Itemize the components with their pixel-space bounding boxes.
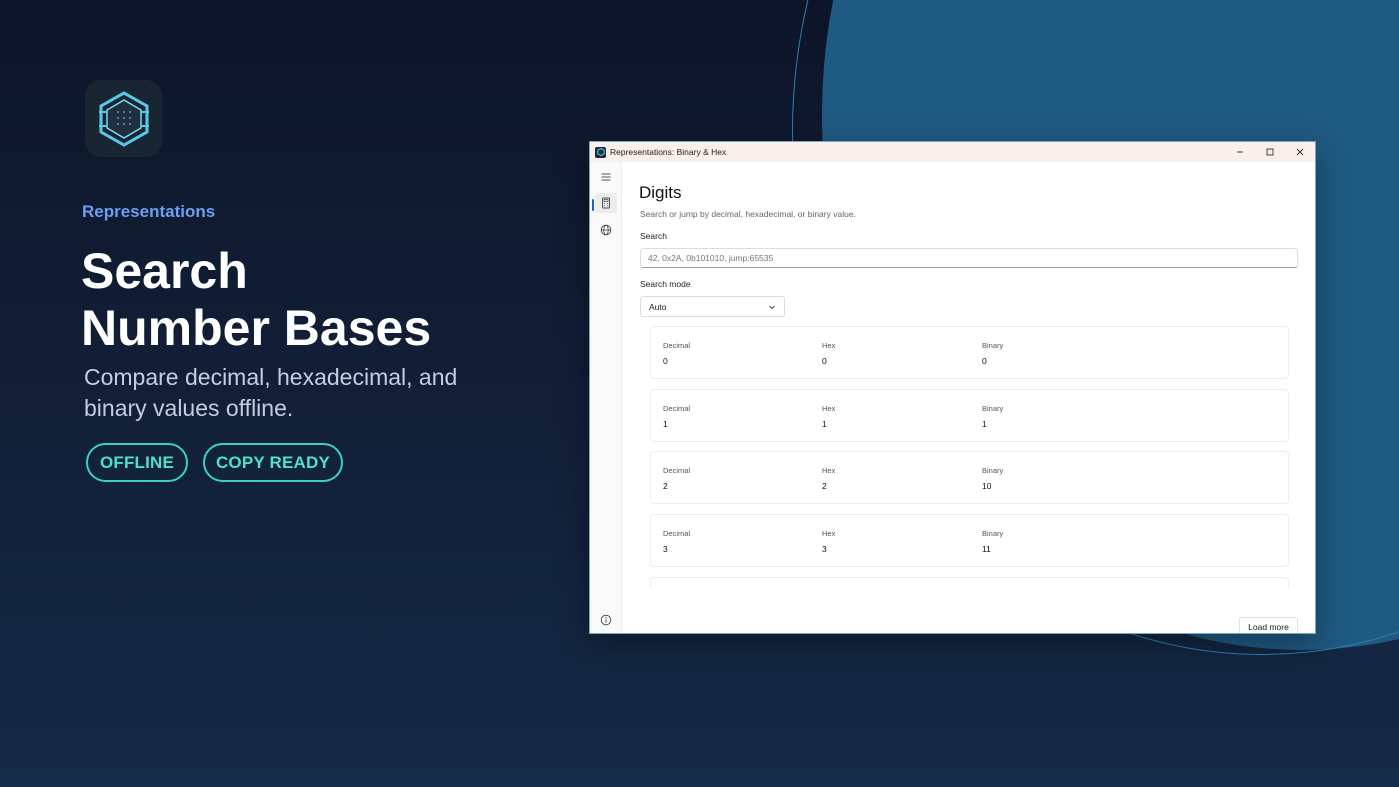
result-card[interactable]: Decimal Hex Binary 3 3 11 bbox=[650, 514, 1289, 567]
badge-copy-ready: COPY READY bbox=[203, 443, 343, 482]
calculator-icon bbox=[602, 197, 610, 209]
nav-selection-indicator bbox=[592, 199, 594, 211]
binary-value: 0 bbox=[982, 356, 987, 366]
page-description: Search or jump by decimal, hexadecimal, … bbox=[640, 209, 856, 219]
content-area: Digits Search or jump by decimal, hexade… bbox=[622, 162, 1315, 633]
window-app-icon bbox=[595, 146, 606, 158]
binary-label: Binary bbox=[982, 466, 1004, 475]
navigation-pane bbox=[590, 162, 622, 633]
hero-title: Search Number Bases bbox=[81, 243, 431, 357]
hex-value: 2 bbox=[822, 481, 827, 491]
about-button[interactable] bbox=[595, 610, 617, 630]
binary-value: 10 bbox=[982, 481, 992, 491]
close-button[interactable] bbox=[1285, 142, 1315, 162]
decimal-value: 0 bbox=[663, 356, 668, 366]
search-input[interactable] bbox=[640, 248, 1298, 268]
hex-value: 3 bbox=[822, 544, 827, 554]
hexagon-grid-icon bbox=[98, 90, 149, 147]
hero-title-line-2: Number Bases bbox=[81, 300, 432, 356]
decimal-label: Decimal bbox=[663, 404, 691, 413]
binary-label: Binary bbox=[982, 341, 1004, 350]
app-logo bbox=[85, 80, 162, 157]
badge-offline: OFFLINE bbox=[86, 443, 188, 482]
hex-label: Hex bbox=[822, 404, 836, 413]
binary-label: Binary bbox=[982, 404, 1004, 413]
hamburger-menu-icon bbox=[601, 173, 611, 181]
minimize-button[interactable] bbox=[1225, 142, 1255, 162]
search-mode-value: Auto bbox=[649, 301, 667, 312]
title-bar[interactable]: Representations: Binary & Hex bbox=[590, 142, 1315, 162]
nav-item-globe[interactable] bbox=[595, 220, 617, 240]
binary-value: 1 bbox=[982, 419, 987, 429]
app-window: Representations: Binary & Hex Digits Sea… bbox=[589, 141, 1316, 634]
maximize-button[interactable] bbox=[1255, 142, 1285, 162]
decimal-value: 3 bbox=[663, 544, 668, 554]
binary-value: 11 bbox=[982, 544, 991, 554]
binary-label: Binary bbox=[982, 529, 1004, 538]
hex-label: Hex bbox=[822, 466, 836, 475]
results-list[interactable]: Decimal Hex Binary 0 0 0 Decimal Hex Bin… bbox=[650, 326, 1291, 588]
hero-title-line-1: Search bbox=[81, 243, 248, 299]
app-name: Representations bbox=[82, 202, 216, 221]
result-card[interactable]: Decimal Hex Binary 2 2 10 bbox=[650, 451, 1289, 504]
hex-label: Hex bbox=[822, 341, 836, 350]
window-title: Representations: Binary & Hex bbox=[610, 147, 727, 157]
search-mode-dropdown[interactable]: Auto bbox=[640, 296, 785, 317]
search-mode-label: Search mode bbox=[640, 279, 691, 289]
maximize-icon bbox=[1266, 148, 1274, 156]
close-icon bbox=[1296, 148, 1304, 156]
decimal-label: Decimal bbox=[663, 529, 691, 538]
hex-value: 1 bbox=[822, 419, 827, 429]
search-label: Search bbox=[640, 231, 667, 241]
load-more-button[interactable]: Load more bbox=[1239, 617, 1298, 633]
page-title: Digits bbox=[639, 183, 682, 202]
menu-toggle-button[interactable] bbox=[595, 167, 617, 187]
result-card[interactable]: Decimal Hex Binary 1 1 1 bbox=[650, 389, 1289, 442]
decimal-label: Decimal bbox=[663, 466, 691, 475]
decimal-value: 1 bbox=[663, 419, 668, 429]
info-icon bbox=[600, 614, 612, 626]
result-card-partial[interactable] bbox=[650, 577, 1289, 588]
result-card[interactable]: Decimal Hex Binary 0 0 0 bbox=[650, 326, 1289, 379]
hex-value: 0 bbox=[822, 356, 827, 366]
hero-subtitle: Compare decimal, hexadecimal, and binary… bbox=[84, 364, 458, 421]
nav-item-digits[interactable] bbox=[595, 193, 617, 213]
globe-icon bbox=[600, 224, 612, 236]
decimal-label: Decimal bbox=[663, 341, 691, 350]
chevron-down-icon bbox=[769, 305, 775, 310]
minimize-icon bbox=[1237, 151, 1243, 153]
hex-label: Hex bbox=[822, 529, 836, 538]
decimal-value: 2 bbox=[663, 481, 668, 491]
